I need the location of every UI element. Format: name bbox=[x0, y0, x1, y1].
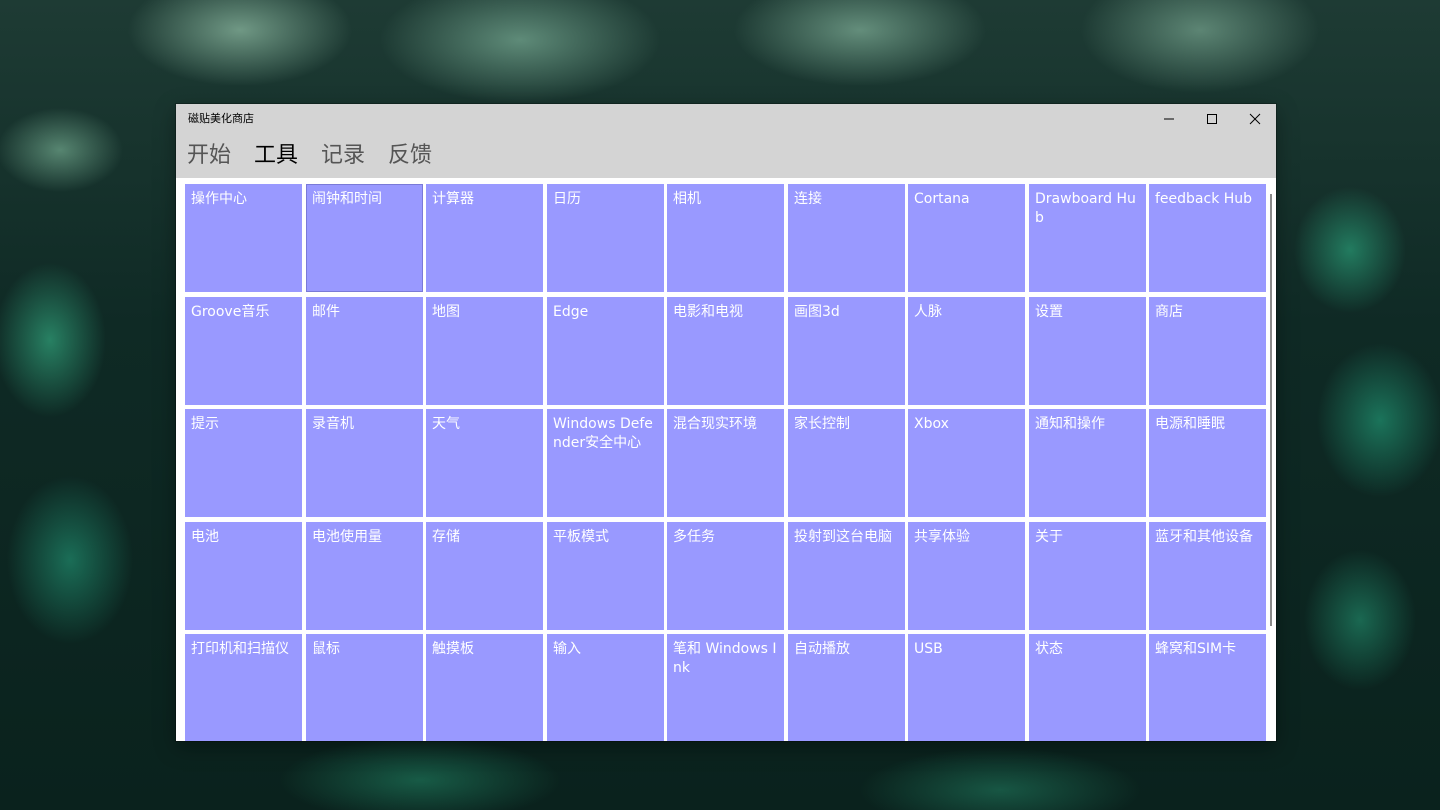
app-window: 磁贴美化商店 开始 工具 记录 反馈 操作中心 闹钟和时间 计算器 日历 相机 … bbox=[176, 104, 1276, 741]
tile-button[interactable]: 多任务 bbox=[667, 522, 784, 630]
tile-button[interactable]: feedback Hub bbox=[1149, 184, 1266, 292]
minimize-icon bbox=[1163, 118, 1174, 120]
tile-button[interactable]: 连接 bbox=[788, 184, 905, 292]
tile-button[interactable]: 电池使用量 bbox=[306, 522, 423, 630]
tile-button[interactable]: 鼠标 bbox=[306, 634, 423, 741]
tile-button[interactable]: 触摸板 bbox=[426, 634, 543, 741]
tile-button[interactable]: Windows Defender安全中心 bbox=[547, 409, 664, 517]
tile-button[interactable]: 地图 bbox=[426, 297, 543, 405]
tile-button[interactable]: 电影和电视 bbox=[667, 297, 784, 405]
tile-button[interactable]: 通知和操作 bbox=[1029, 409, 1146, 517]
tile-button[interactable]: 存储 bbox=[426, 522, 543, 630]
tile-button[interactable]: 邮件 bbox=[306, 297, 423, 405]
tile-button[interactable]: 闹钟和时间 bbox=[306, 184, 423, 292]
maximize-icon bbox=[1206, 114, 1217, 124]
tile-button[interactable]: 画图3d bbox=[788, 297, 905, 405]
tile-button[interactable]: 蜂窝和SIM卡 bbox=[1149, 634, 1266, 741]
tile-button[interactable]: Edge bbox=[547, 297, 664, 405]
desktop-background: 磁贴美化商店 开始 工具 记录 反馈 操作中心 闹钟和时间 计算器 日历 相机 … bbox=[0, 0, 1440, 810]
minimize-button[interactable] bbox=[1147, 104, 1190, 134]
tile-button[interactable]: 状态 bbox=[1029, 634, 1146, 741]
tile-button[interactable]: 平板模式 bbox=[547, 522, 664, 630]
nav-bar: 开始 工具 记录 反馈 bbox=[176, 134, 1276, 178]
tile-button[interactable]: 关于 bbox=[1029, 522, 1146, 630]
tile-button[interactable]: 商店 bbox=[1149, 297, 1266, 405]
tile-button[interactable]: 操作中心 bbox=[185, 184, 302, 292]
close-icon bbox=[1249, 113, 1260, 125]
app-title: 磁贴美化商店 bbox=[188, 112, 254, 125]
tile-button[interactable]: 混合现实环境 bbox=[667, 409, 784, 517]
title-bar[interactable]: 磁贴美化商店 bbox=[176, 104, 1276, 134]
tile-button[interactable]: 笔和 Windows Ink bbox=[667, 634, 784, 741]
tab-tools[interactable]: 工具 bbox=[254, 142, 298, 170]
tile-button[interactable]: 自动播放 bbox=[788, 634, 905, 741]
tile-button[interactable]: 电池 bbox=[185, 522, 302, 630]
tile-button[interactable]: 人脉 bbox=[908, 297, 1025, 405]
window-controls bbox=[1147, 104, 1276, 134]
close-button[interactable] bbox=[1233, 104, 1276, 134]
tile-button[interactable]: 录音机 bbox=[306, 409, 423, 517]
tile-button[interactable]: 打印机和扫描仪 bbox=[185, 634, 302, 741]
tile-button[interactable]: 蓝牙和其他设备 bbox=[1149, 522, 1266, 630]
vertical-scrollbar[interactable] bbox=[1270, 194, 1272, 626]
tile-button[interactable]: 输入 bbox=[547, 634, 664, 741]
tile-button[interactable]: 共享体验 bbox=[908, 522, 1025, 630]
tile-button[interactable]: 相机 bbox=[667, 184, 784, 292]
tile-button[interactable]: 设置 bbox=[1029, 297, 1146, 405]
tile-button[interactable]: Groove音乐 bbox=[185, 297, 302, 405]
tile-button[interactable]: 日历 bbox=[547, 184, 664, 292]
tile-button[interactable]: 提示 bbox=[185, 409, 302, 517]
maximize-button[interactable] bbox=[1190, 104, 1233, 134]
tile-button[interactable]: 计算器 bbox=[426, 184, 543, 292]
tile-button[interactable]: 投射到这台电脑 bbox=[788, 522, 905, 630]
tile-button[interactable]: Drawboard Hub bbox=[1029, 184, 1146, 292]
tab-history[interactable]: 记录 bbox=[321, 142, 365, 170]
tab-start[interactable]: 开始 bbox=[187, 142, 231, 170]
tile-button[interactable]: Cortana bbox=[908, 184, 1025, 292]
tile-button[interactable]: USB bbox=[908, 634, 1025, 741]
tile-button[interactable]: 电源和睡眠 bbox=[1149, 409, 1266, 517]
tile-button[interactable]: 家长控制 bbox=[788, 409, 905, 517]
tile-button[interactable]: Xbox bbox=[908, 409, 1025, 517]
tab-feedback[interactable]: 反馈 bbox=[388, 142, 432, 170]
tile-button[interactable]: 天气 bbox=[426, 409, 543, 517]
